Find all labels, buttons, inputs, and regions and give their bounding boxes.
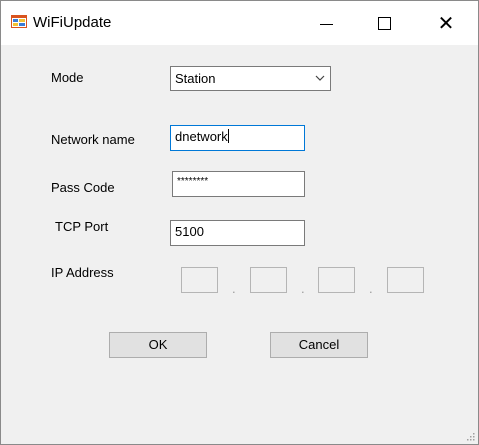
tcp-port-label: TCP Port (55, 219, 109, 234)
close-button[interactable]: ✕ (423, 1, 469, 45)
close-icon: ✕ (437, 11, 455, 35)
resize-grip-icon[interactable] (465, 431, 475, 441)
ip-separator: . (301, 281, 305, 296)
pass-code-field[interactable]: ******** (172, 171, 305, 197)
cancel-button[interactable]: Cancel (270, 332, 368, 358)
windows-form-icon (11, 15, 27, 28)
ip-octet-1-field[interactable] (181, 267, 218, 293)
mode-dropdown[interactable]: Station (170, 66, 331, 91)
ip-separator: . (232, 281, 236, 296)
minimize-button[interactable] (303, 1, 349, 45)
mode-selected-value: Station (175, 71, 216, 86)
ok-button[interactable]: OK (109, 332, 207, 358)
maximize-icon (377, 16, 391, 30)
ip-octet-3-field[interactable] (318, 267, 355, 293)
ip-separator: . (369, 281, 373, 296)
ip-address-label: IP Address (51, 265, 114, 280)
ip-octet-4-field[interactable] (387, 267, 424, 293)
chevron-down-icon (315, 75, 325, 81)
pass-code-value: ******** (177, 176, 209, 187)
title-bar[interactable]: WiFiUpdate ✕ (1, 1, 478, 45)
tcp-port-field[interactable]: 5100 (170, 220, 305, 246)
mode-label: Mode (51, 70, 84, 85)
network-name-value: dnetwork (175, 129, 228, 144)
network-name-field[interactable]: dnetwork (170, 125, 305, 151)
text-caret (227, 129, 229, 143)
pass-code-label: Pass Code (51, 180, 115, 195)
ip-octet-2-field[interactable] (250, 267, 287, 293)
network-name-label: Network name (51, 132, 135, 147)
tcp-port-value: 5100 (175, 224, 204, 239)
window-title: WiFiUpdate (33, 14, 112, 31)
minimize-icon (319, 23, 333, 25)
wifi-update-window: WiFiUpdate ✕ Mode Station Network name d… (0, 0, 479, 445)
maximize-button[interactable] (361, 1, 407, 45)
